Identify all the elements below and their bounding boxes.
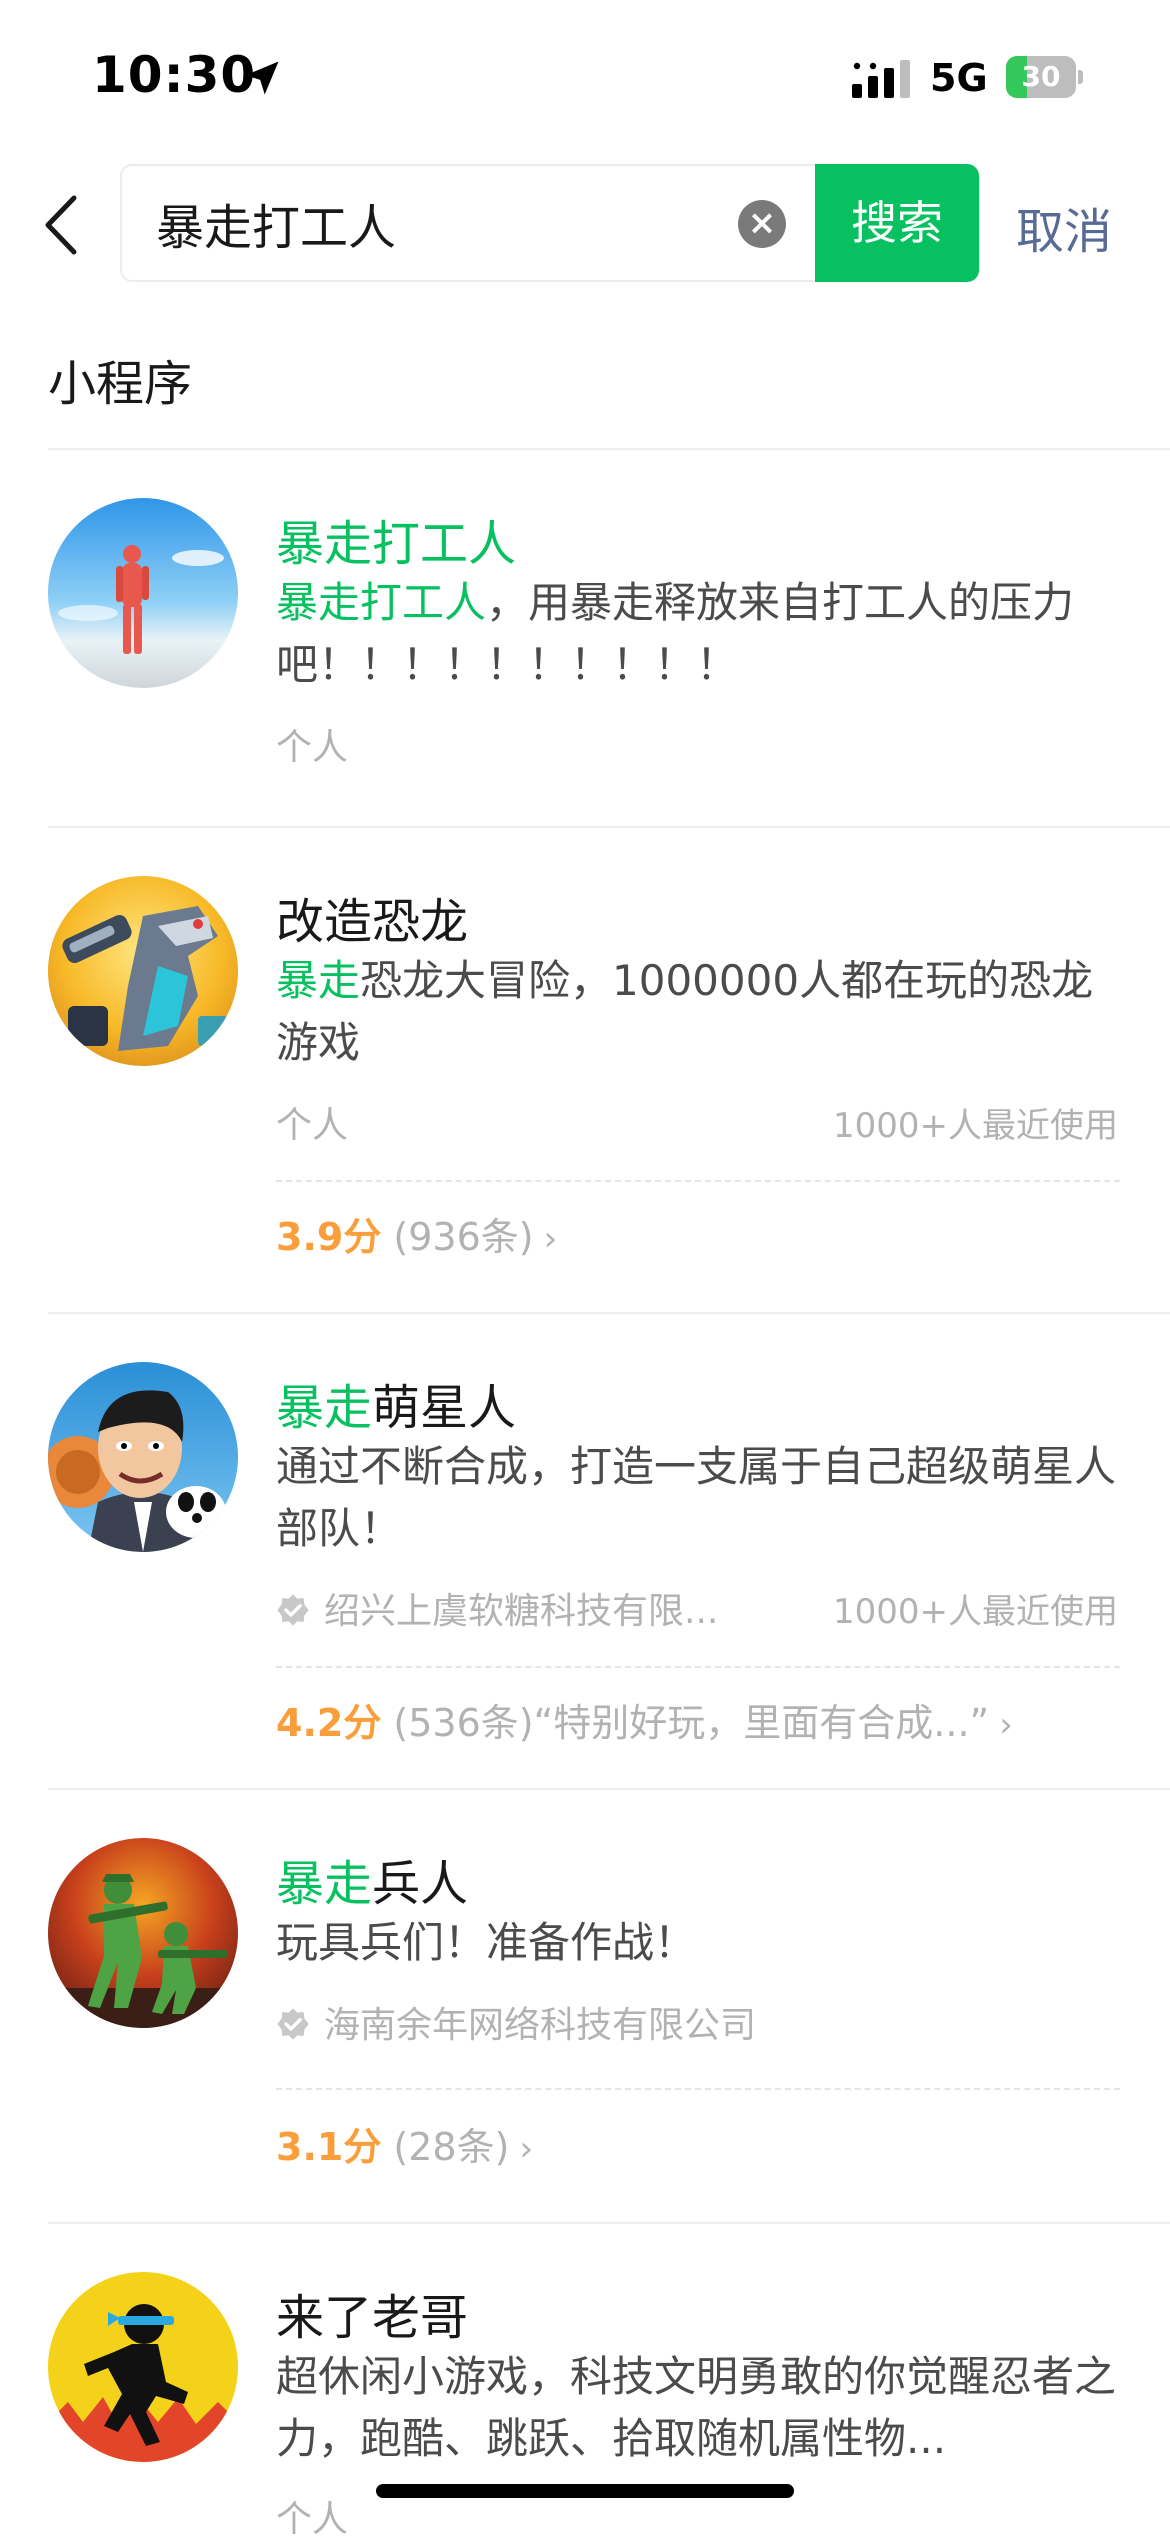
verified-badge-icon (277, 2008, 309, 2040)
app-description: 超休闲小游戏，科技文明勇敢的你觉醒忍者之力，跑酷、跳跃、拾取随机属性物... (276, 2352, 1117, 2463)
item-divider (48, 1312, 1170, 1314)
rating-score: 3.9分 (276, 1215, 382, 1259)
network-label: 5G (930, 56, 988, 100)
app-title: 暴走打工人 (276, 516, 517, 572)
item-divider (48, 1788, 1170, 1790)
usage-count: 1000+人最近使用 (832, 1106, 1118, 1146)
usage-count: 1000+人最近使用 (832, 1592, 1118, 1632)
dashed-divider (276, 1666, 1120, 1668)
search-input[interactable] (156, 190, 716, 256)
verified-badge-icon (277, 1594, 309, 1626)
status-time: 10:30 (92, 46, 257, 104)
review-count: (28条) (393, 2125, 510, 2169)
app-description: 玩具兵们！准备作战！ (276, 1918, 697, 1967)
developer-row: 海南余年网络科技有限公司 (276, 1996, 756, 2048)
item-divider (48, 2222, 1170, 2224)
review-quote: “特别好玩，里面有合成...” (533, 1701, 990, 1745)
rating-row[interactable]: 3.1分 (28条) › (276, 2116, 533, 2171)
app-title: 暴走萌星人 (276, 1380, 517, 1436)
rating-score: 4.2分 (276, 1701, 382, 1745)
app-avatar-robot-dinosaur (48, 876, 238, 1066)
dashed-divider (276, 1180, 1120, 1182)
rating-score: 3.1分 (276, 2125, 382, 2169)
cellular-signal-icon (852, 60, 910, 98)
app-title: 来了老哥 (276, 2290, 469, 2346)
app-owner: 个人 (276, 727, 349, 768)
app-owner: 个人 (276, 2499, 349, 2540)
item-divider (48, 826, 1170, 828)
app-owner: 个人 (276, 1105, 349, 1146)
app-description: 暴走恐龙大冒险，1000000人都在玩的恐龙游戏 (276, 956, 1094, 1067)
app-title: 暴走兵人 (276, 1856, 469, 1912)
clear-icon[interactable]: × (738, 200, 786, 248)
section-divider (48, 448, 1170, 450)
app-avatar-ninja-runner (48, 2272, 238, 2462)
app-description: 暴走打工人，用暴走释放来自打工人的压力吧！！！！！！！！！！ (276, 578, 1075, 689)
app-avatar-cartoon-man (48, 1362, 238, 1552)
app-avatar-runner (48, 498, 238, 688)
developer-name: 海南余年网络科技有限公司 (324, 2005, 757, 2046)
rating-row[interactable]: 3.9分 (936条) › (276, 1206, 557, 1261)
review-count: (536条) (393, 1701, 534, 1745)
developer-name: 绍兴上虞软糖科技有限... (324, 1591, 719, 1632)
review-count: (936条) (393, 1215, 534, 1259)
section-title: 小程序 (48, 356, 193, 412)
app-avatar-toy-soldiers (48, 1838, 238, 2028)
developer-row: 绍兴上虞软糖科技有限... (276, 1582, 718, 1634)
status-bar: 10:30 5G 30 (0, 0, 1170, 150)
cancel-button[interactable]: 取消 (1016, 192, 1112, 262)
home-indicator (376, 2484, 794, 2498)
back-chevron-icon[interactable] (38, 190, 88, 260)
battery-charging-icon: 30 (1006, 56, 1083, 98)
chevron-right-icon: › (519, 2129, 534, 2169)
dashed-divider (276, 2088, 1120, 2090)
battery-percent: 30 (1021, 60, 1061, 93)
search-button[interactable]: 搜索 (815, 164, 979, 282)
location-arrow-icon (245, 61, 279, 95)
chevron-right-icon: › (543, 1219, 558, 1259)
app-description: 通过不断合成，打造一支属于自己超级萌星人部队！ (276, 1442, 1117, 1553)
app-title: 改造恐龙 (276, 894, 469, 950)
chevron-right-icon: › (999, 1705, 1013, 1745)
rating-row[interactable]: 4.2分 (536条)“特别好玩，里面有合成...” › (276, 1692, 1013, 1747)
